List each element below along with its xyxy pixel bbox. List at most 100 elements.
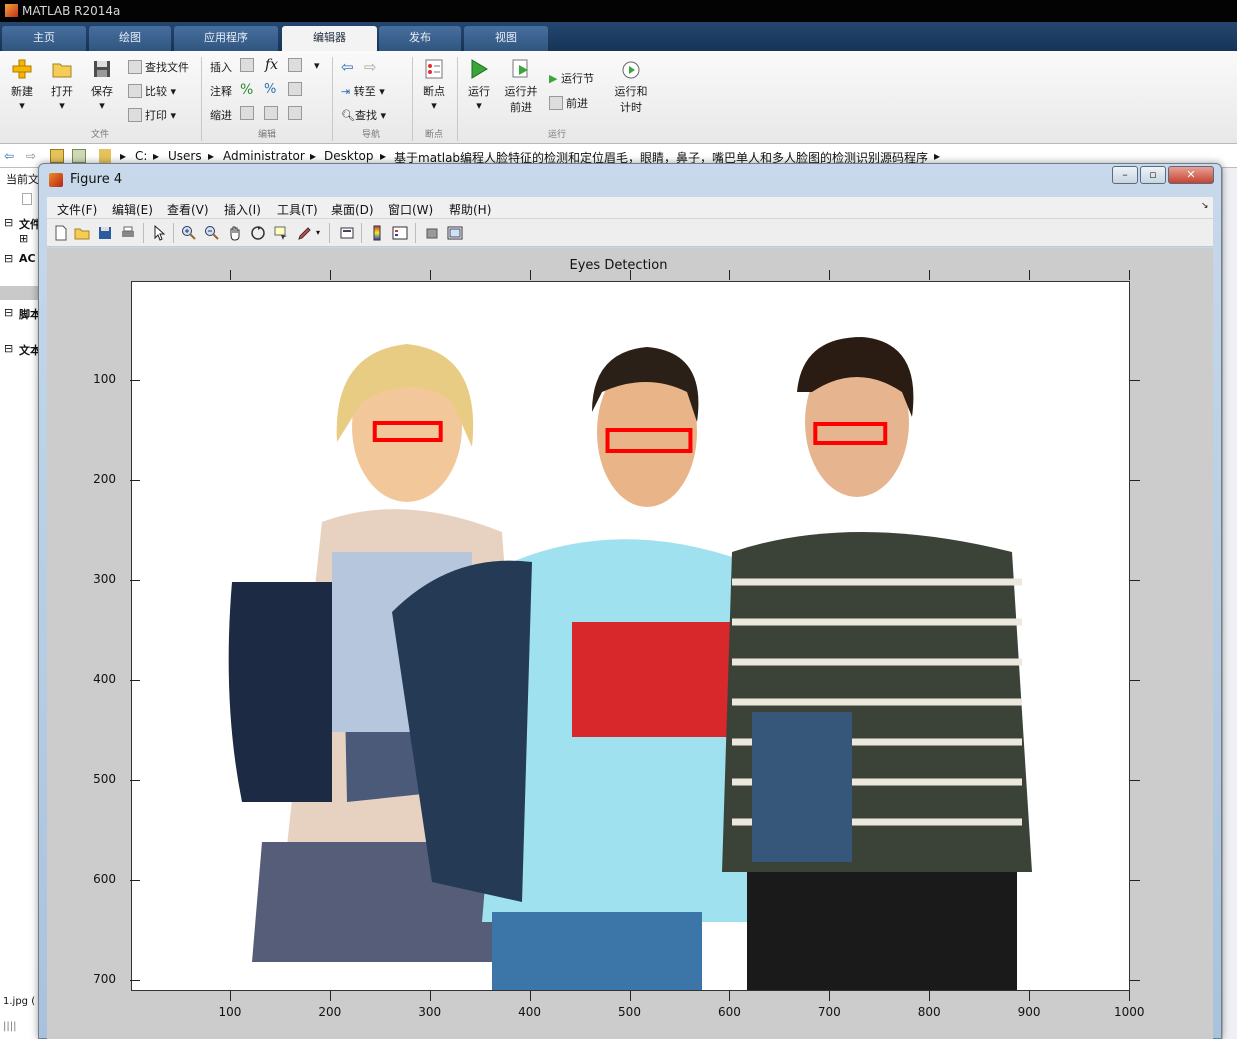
percent-icon[interactable]: % bbox=[240, 82, 253, 98]
menu-file[interactable]: 文件(F) bbox=[57, 201, 97, 218]
breakpoints-button[interactable]: 断点 ▾ bbox=[418, 58, 450, 112]
run-and-time-button[interactable]: 运行和 计时 bbox=[612, 58, 650, 115]
browse-icon[interactable] bbox=[72, 149, 86, 163]
indent-label: 缩进 bbox=[210, 109, 232, 122]
x-tick-mark bbox=[529, 270, 531, 280]
menu-window[interactable]: 窗口(W) bbox=[388, 201, 433, 218]
breadcrumb-arrow-icon: ▸ bbox=[380, 149, 387, 163]
run-advance-button[interactable]: 运行并 前进 bbox=[502, 58, 540, 115]
legend-icon[interactable] bbox=[392, 225, 408, 241]
zoom-out-icon[interactable] bbox=[204, 225, 220, 241]
forward-arrow-icon[interactable]: ⇨ bbox=[26, 149, 36, 163]
run-section-label: 运行节 bbox=[560, 72, 594, 85]
x-tick-label: 1000 bbox=[1114, 1005, 1145, 1019]
edit-plot-arrow-icon[interactable] bbox=[151, 225, 167, 241]
ribbon-tabbar: 主页 绘图 应用程序 编辑器 发布 视图 bbox=[0, 22, 1237, 51]
indent-button[interactable]: 缩进 bbox=[210, 107, 232, 123]
print-button[interactable]: 打印 ▾ bbox=[128, 107, 176, 123]
menu-view[interactable]: 查看(V) bbox=[167, 201, 209, 218]
x-tick-mark bbox=[929, 991, 931, 1001]
brush-icon[interactable] bbox=[296, 225, 312, 241]
fx-icon[interactable]: fx bbox=[265, 57, 278, 73]
smart-indent-icon[interactable] bbox=[240, 106, 257, 120]
data-cursor-icon[interactable] bbox=[273, 225, 289, 241]
x-tick-mark bbox=[429, 270, 431, 280]
run-advance-label-2: 前进 bbox=[510, 101, 532, 114]
y-tick-label: 200 bbox=[93, 472, 116, 486]
forward-arrow-icon[interactable]: ⇨ bbox=[364, 58, 377, 76]
save-figure-icon[interactable] bbox=[97, 225, 113, 241]
breadcrumb-arrow-icon: ▸ bbox=[208, 149, 215, 163]
collapse-icon[interactable]: ⊟ bbox=[4, 306, 13, 319]
menu-insert[interactable]: 插入(I) bbox=[224, 201, 261, 218]
colorbar-icon[interactable] bbox=[369, 225, 385, 241]
zoom-in-icon[interactable] bbox=[181, 225, 197, 241]
resize-grip-icon[interactable]: |||| bbox=[3, 1021, 16, 1032]
breadcrumb-administrator[interactable]: Administrator bbox=[223, 149, 305, 163]
decrease-indent-icon[interactable] bbox=[264, 106, 281, 120]
tab-home[interactable]: 主页 bbox=[2, 26, 86, 51]
ribbon-separator bbox=[201, 57, 202, 141]
close-button[interactable]: ✕ bbox=[1168, 166, 1214, 184]
goto-button[interactable]: ⇥ 转至 ▾ bbox=[341, 83, 385, 99]
breakpoints-label: 断点 bbox=[423, 85, 445, 98]
breadcrumb-users[interactable]: Users bbox=[168, 149, 202, 163]
insert-button[interactable]: 插入 bbox=[210, 59, 232, 75]
dropdown-arrow-icon: ▾ bbox=[19, 99, 25, 112]
advance-button[interactable]: 前进 bbox=[549, 95, 588, 111]
tab-view[interactable]: 视图 bbox=[464, 26, 548, 51]
breadcrumb-drive[interactable]: C: bbox=[135, 149, 147, 163]
minimize-button[interactable]: – bbox=[1112, 166, 1138, 184]
wrap-comment-icon[interactable] bbox=[288, 82, 305, 96]
run-section-button[interactable]: ▶ 运行节 bbox=[549, 70, 594, 86]
tab-editor[interactable]: 编辑器 bbox=[282, 26, 377, 51]
back-arrow-icon[interactable]: ⇦ bbox=[4, 149, 14, 163]
rotate-3d-icon[interactable] bbox=[250, 225, 266, 241]
insert-dropdown-icon[interactable]: ▾ bbox=[314, 59, 320, 72]
breadcrumb-arrow-icon: ▸ bbox=[120, 149, 127, 163]
menu-dock-icon[interactable]: ↘ bbox=[1201, 201, 1209, 211]
menu-desktop[interactable]: 桌面(D) bbox=[331, 201, 374, 218]
back-arrow-icon[interactable]: ⇦ bbox=[341, 58, 354, 76]
find-files-button[interactable]: 查找文件 bbox=[128, 59, 189, 75]
app-title: MATLAB R2014a bbox=[22, 4, 121, 18]
hide-plot-tools-icon[interactable] bbox=[424, 225, 440, 241]
y-tick-label: 100 bbox=[93, 372, 116, 386]
tab-plots[interactable]: 绘图 bbox=[89, 26, 171, 51]
print-figure-icon[interactable] bbox=[120, 225, 136, 241]
open-button[interactable]: 打开 ▾ bbox=[46, 58, 78, 112]
increase-indent-icon[interactable] bbox=[288, 106, 305, 120]
save-button[interactable]: 保存 ▾ bbox=[86, 58, 118, 112]
tab-apps[interactable]: 应用程序 bbox=[174, 26, 278, 51]
link-plot-icon[interactable] bbox=[339, 225, 355, 241]
x-tick-mark bbox=[429, 991, 431, 1001]
tree-item-ac[interactable]: AC bbox=[19, 252, 36, 265]
find-button[interactable]: 🔍︎查找 ▾ bbox=[341, 107, 386, 123]
show-plot-tools-icon[interactable] bbox=[447, 225, 463, 241]
collapse-icon[interactable]: ⊟ bbox=[4, 252, 13, 265]
maximize-button[interactable]: ▫ bbox=[1140, 166, 1166, 184]
uncomment-icon[interactable]: % bbox=[264, 82, 276, 97]
x-tick-label: 100 bbox=[218, 1005, 242, 1019]
menu-tools[interactable]: 工具(T) bbox=[277, 201, 318, 218]
up-folder-icon[interactable] bbox=[50, 149, 64, 163]
menu-edit[interactable]: 编辑(E) bbox=[112, 201, 153, 218]
pan-hand-icon[interactable] bbox=[227, 225, 243, 241]
new-figure-icon[interactable] bbox=[53, 225, 69, 241]
expand-icon[interactable]: ⊞ bbox=[19, 232, 28, 245]
compare-button[interactable]: 比较 ▾ bbox=[128, 83, 176, 99]
collapse-icon[interactable]: ⊟ bbox=[4, 216, 13, 229]
new-label: 新建 bbox=[11, 85, 33, 98]
breadcrumb-desktop[interactable]: Desktop bbox=[324, 149, 374, 163]
x-tick-mark bbox=[1029, 270, 1031, 280]
run-button[interactable]: 运行 ▾ bbox=[463, 58, 495, 112]
comment-button[interactable]: 注释 bbox=[210, 83, 232, 99]
tab-publish[interactable]: 发布 bbox=[379, 26, 461, 51]
menu-help[interactable]: 帮助(H) bbox=[449, 201, 491, 218]
open-file-icon[interactable] bbox=[74, 225, 90, 241]
run-time-label-1: 运行和 bbox=[614, 85, 648, 98]
insert-function-icon[interactable] bbox=[288, 58, 305, 72]
insert-section-icon[interactable] bbox=[240, 58, 257, 72]
new-button[interactable]: 新建 ▾ bbox=[6, 58, 38, 112]
collapse-icon[interactable]: ⊟ bbox=[4, 342, 13, 355]
